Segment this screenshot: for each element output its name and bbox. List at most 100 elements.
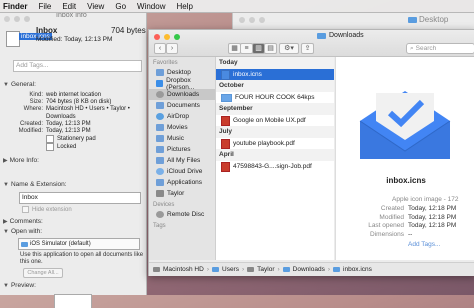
sidebar-item-remote-disc[interactable]: Remote Disc <box>149 209 215 220</box>
forward-button[interactable]: › <box>166 43 178 54</box>
all-files-icon <box>156 157 164 164</box>
search-field[interactable]: ⌕ Search <box>406 43 474 54</box>
search-icon: ⌕ <box>410 45 414 52</box>
close-button[interactable] <box>4 16 10 22</box>
music-icon <box>156 135 164 142</box>
general-section-toggle[interactable]: ▼ General: <box>3 81 36 88</box>
open-with-select[interactable]: iOS Simulator (default) <box>18 238 140 250</box>
airdrop-icon <box>156 113 164 120</box>
comments-toggle[interactable]: ▶ Comments: <box>3 218 43 225</box>
path-separator-icon: › <box>206 266 209 273</box>
section-header: April <box>216 149 334 161</box>
menu-window[interactable]: Window <box>137 2 165 11</box>
modified-summary: Modified: Today, 12:13 PM <box>36 36 113 43</box>
pictures-icon <box>156 146 164 153</box>
preview-toggle[interactable]: ▼ Preview: <box>3 282 36 289</box>
path-separator-icon: › <box>327 266 331 273</box>
downloads-icon <box>156 91 164 98</box>
zoom-button[interactable] <box>24 16 30 22</box>
dropbox-icon <box>156 80 164 87</box>
menubar: Finder File Edit View Go Window Help <box>0 0 474 13</box>
sidebar-item-dropbox[interactable]: Dropbox (Person... <box>149 77 215 91</box>
path-item-file[interactable]: inbox.icns <box>343 266 372 273</box>
section-header: September <box>216 103 334 115</box>
general-info: Kind: web internet location Size: 704 byte… <box>18 92 130 152</box>
window-title: Downloads <box>317 32 364 39</box>
folder-icon <box>212 267 219 272</box>
menu-finder[interactable]: Finder <box>3 2 27 11</box>
file-row[interactable]: youtube playbook.pdf <box>216 138 334 149</box>
path-item-macintosh-hd[interactable]: Macintosh HD <box>163 266 204 273</box>
icloud-icon <box>156 168 164 175</box>
sidebar-item-taylor[interactable]: Taylor <box>149 188 215 199</box>
coverflow-view-button[interactable]: ▤ <box>264 43 277 54</box>
sidebar-item-movies[interactable]: Movies <box>149 122 215 133</box>
path-separator-icon: › <box>241 266 245 273</box>
zoom-button[interactable] <box>174 34 180 40</box>
path-item-downloads[interactable]: Downloads <box>293 266 325 273</box>
tags-field[interactable]: Add Tags... <box>13 60 142 72</box>
stationery-checkbox[interactable]: Stationery pad <box>46 135 130 144</box>
window-title: Inbox Info <box>56 12 87 19</box>
file-row[interactable]: FOUR HOUR COOK 64kps <box>216 92 334 103</box>
section-header: Today <box>216 57 334 69</box>
window-controls <box>154 34 180 40</box>
menu-file[interactable]: File <box>38 2 51 11</box>
icns-file-icon <box>333 267 341 272</box>
file-row[interactable]: 47598843-G....sign-Job.pdf <box>216 161 334 172</box>
applications-icon <box>156 179 164 186</box>
sidebar-item-pictures[interactable]: Pictures <box>149 144 215 155</box>
menu-view[interactable]: View <box>87 2 104 11</box>
name-extension-toggle[interactable]: ▼ Name & Extension: <box>3 181 67 188</box>
menu-go[interactable]: Go <box>115 2 126 11</box>
desktop-window-title: Desktop <box>408 15 448 24</box>
sidebar-item-airdrop[interactable]: AirDrop <box>149 111 215 122</box>
path-item-taylor[interactable]: Taylor <box>257 266 274 273</box>
pdf-file-icon <box>221 161 230 172</box>
file-name: Inbox <box>36 26 58 35</box>
file-icon <box>6 31 20 47</box>
sidebar-item-icloud[interactable]: iCloud Drive <box>149 166 215 177</box>
sidebar-item-all-my-files[interactable]: All My Files <box>149 155 215 166</box>
open-with-toggle[interactable]: ▼ Open with: <box>3 228 42 235</box>
folder-icon <box>408 16 417 23</box>
info-window: Inbox Info inbox.icns Inbox 704 bytes Mo… <box>0 12 147 308</box>
disc-icon <box>156 211 164 218</box>
minimize-button[interactable] <box>14 16 20 22</box>
section-header: July <box>216 126 334 138</box>
icns-file-icon <box>221 69 230 80</box>
close-button[interactable] <box>154 34 160 40</box>
hide-extension-checkbox[interactable]: Hide extension <box>22 206 72 213</box>
disclosure-down-icon: ▼ <box>3 81 9 88</box>
more-info-toggle[interactable]: ▶ More Info: <box>3 157 39 164</box>
path-item-users[interactable]: Users <box>222 266 239 273</box>
window-controls <box>4 16 30 22</box>
share-button[interactable]: ⇪ <box>301 43 314 54</box>
sidebar-item-music[interactable]: Music <box>149 133 215 144</box>
preview-thumbnail <box>54 294 92 308</box>
change-all-button[interactable]: Change All... <box>23 268 63 278</box>
file-size: 704 bytes <box>111 26 146 35</box>
favorites-heading: Favorites <box>153 60 178 66</box>
add-tags-link[interactable]: Add Tags... <box>408 241 440 248</box>
locked-checkbox[interactable]: Locked <box>46 143 130 152</box>
documents-icon <box>156 102 164 109</box>
action-gear-button[interactable]: ⚙▾ <box>279 43 299 54</box>
path-bar: Macintosh HD › Users › Taylor › Download… <box>149 262 474 276</box>
menu-edit[interactable]: Edit <box>62 2 76 11</box>
app-icon <box>21 241 28 247</box>
back-button[interactable]: ‹ <box>154 43 166 54</box>
file-row[interactable]: inbox.icns <box>216 69 334 80</box>
sidebar-item-applications[interactable]: Applications <box>149 177 215 188</box>
movies-icon <box>156 124 164 131</box>
name-input[interactable]: Inbox <box>19 192 141 204</box>
minimize-button[interactable] <box>164 34 170 40</box>
disclosure-down-icon: ▼ <box>3 228 9 235</box>
menu-help[interactable]: Help <box>176 2 192 11</box>
file-row[interactable]: Google on Mobile UX.pdf <box>216 115 334 126</box>
pdf-file-icon <box>221 115 230 126</box>
path-separator-icon: › <box>277 266 280 273</box>
sidebar-item-documents[interactable]: Documents <box>149 100 215 111</box>
preview-filename: inbox.icns <box>386 176 426 185</box>
sidebar-item-downloads[interactable]: Downloads <box>149 89 215 100</box>
